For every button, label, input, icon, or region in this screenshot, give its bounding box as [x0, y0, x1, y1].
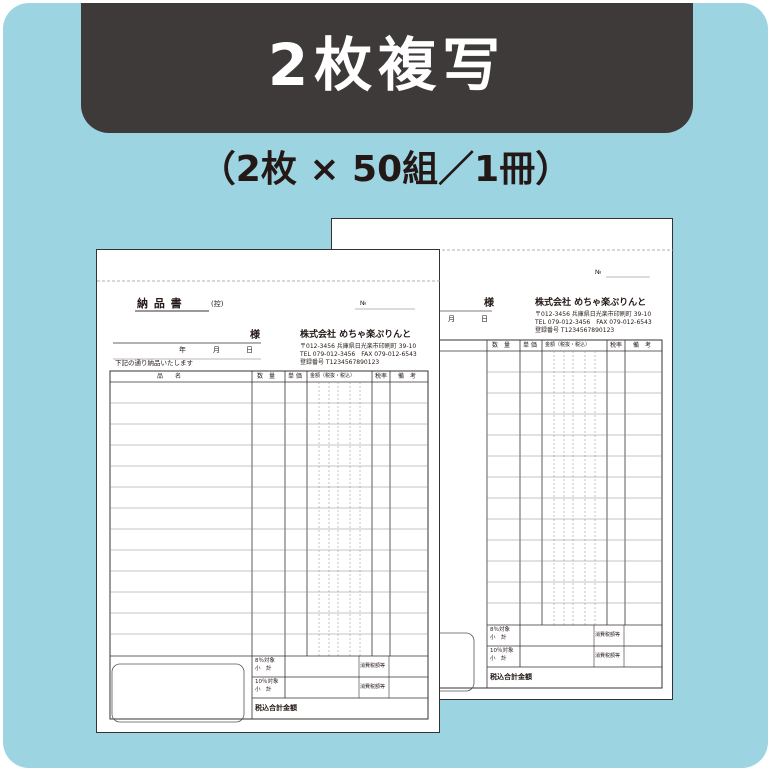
front-col-remarks: 備 考: [398, 373, 417, 380]
back-col-qty: 数 量: [492, 342, 511, 349]
back-rate8-line1: 8％対象: [490, 627, 510, 633]
blue-background-panel: 2枚複写 （2枚 × 50組／1冊） № 様 月 日 株式会社 めちゃ楽ぷりんと…: [3, 3, 768, 768]
back-rate10-line1: 10％対象: [490, 648, 514, 654]
front-registration-number: 登録番号 T1234567890123: [300, 359, 380, 366]
front-company-tel-fax: TEL 079-012-3456 FAX 079-012-6543: [300, 351, 417, 358]
front-copy-label: (控): [211, 300, 224, 308]
product-image-frame: 2枚複写 （2枚 × 50組／1冊） № 様 月 日 株式会社 めちゃ楽ぷりんと…: [0, 0, 771, 771]
front-delivery-note: 下記の通り納品いたします: [115, 359, 193, 367]
front-col-unit-price: 単 価: [288, 373, 302, 380]
front-number-label: №: [360, 300, 367, 307]
header-banner: 2枚複写: [81, 3, 693, 133]
front-col-item: 品 名: [157, 373, 182, 380]
front-company-name: 株式会社 めちゃ楽ぷりんと: [300, 330, 412, 340]
header-title: 2枚複写: [267, 31, 507, 99]
back-col-unit-price: 単 価: [523, 342, 537, 349]
front-rate10-line1: 10％対象: [255, 679, 279, 685]
front-col-tax-rate: 税率: [375, 373, 388, 380]
back-rate8-line2: 小 計: [490, 635, 507, 641]
back-number-label: №: [595, 269, 602, 276]
front-total-label: 税込合計金額: [255, 704, 297, 712]
front-rate8-line1: 8％対象: [255, 658, 275, 664]
back-total-label: 税込合計金額: [490, 673, 532, 681]
front-rate8-line2: 小 計: [255, 666, 272, 672]
front-date-year: 年: [179, 346, 186, 354]
front-date-month: 月: [213, 346, 220, 354]
front-tax-amount-10: 消費税額等: [360, 684, 386, 690]
back-col-tax-rate: 税率: [610, 342, 623, 349]
front-company-address: 〒012-3456 兵庫県日光楽市印刷町 39-10: [300, 343, 417, 350]
front-honorific: 様: [250, 330, 260, 341]
back-registration-number: 登録番号 T1234567890123: [535, 327, 615, 334]
back-company-name: 株式会社 めちゃ楽ぷりんと: [535, 298, 647, 308]
front-date-day: 日: [246, 346, 253, 354]
back-date-day: 日: [481, 315, 488, 323]
back-honorific: 様: [484, 298, 494, 309]
front-copy-sheet: 納 品 書 (控) № 様 年 月 日 下記の通り納品いたします 株式会社 めち…: [96, 249, 441, 733]
back-date-month: 月: [448, 315, 455, 323]
front-col-amount: 金額（税抜・税込）: [310, 373, 356, 379]
copy-set-subtitle: （2枚 × 50組／1冊）: [199, 149, 572, 190]
front-slip-title: 納 品 書: [137, 297, 183, 310]
front-col-qty: 数 量: [257, 373, 276, 380]
back-tax-amount-8: 消費税額等: [595, 632, 621, 638]
front-rate10-line2: 小 計: [255, 687, 272, 693]
back-company-tel-fax: TEL 079-012-3456 FAX 079-012-6543: [535, 319, 652, 326]
back-col-amount: 金額（税抜・税込）: [545, 342, 591, 348]
back-tax-amount-10: 消費税額等: [595, 653, 621, 659]
back-col-remarks: 備 考: [633, 342, 652, 349]
front-tax-amount-8: 消費税額等: [360, 663, 386, 669]
back-rate10-line2: 小 計: [490, 656, 507, 662]
back-company-address: 〒012-3456 兵庫県日光楽市印刷町 39-10: [535, 311, 652, 318]
